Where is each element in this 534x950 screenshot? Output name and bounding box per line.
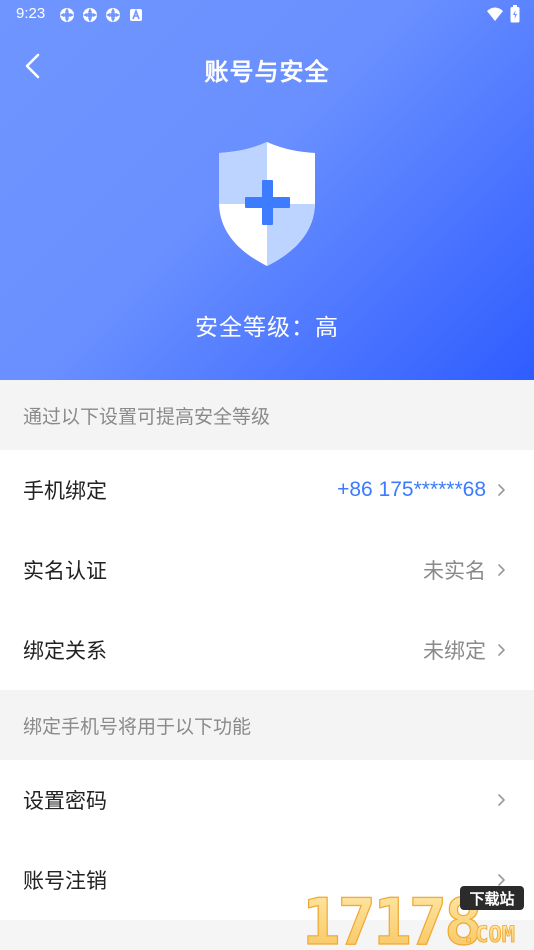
security-level-text: 安全等级：高 — [195, 314, 339, 340]
app-notification-icon — [81, 6, 98, 23]
binding-status-value: 未绑定 — [423, 640, 486, 663]
row-label: 账号注销 — [23, 870, 107, 893]
watermark-badge: 下载站 — [469, 890, 514, 908]
chevron-right-icon — [498, 794, 505, 806]
security-header: 9:23 账号与安全 安全等级：高 — [0, 0, 534, 380]
notification-icons — [58, 6, 144, 23]
status-bar: 9:23 — [0, 0, 534, 30]
app-notification-icon — [58, 6, 75, 23]
system-status-icons — [486, 5, 520, 28]
battery-icon — [510, 5, 520, 28]
real-name-verification-row[interactable]: 实名认证 未实名 — [0, 530, 534, 610]
section-title-phone-features: 绑定手机号将用于以下功能 — [0, 690, 534, 760]
row-label: 绑定关系 — [23, 640, 107, 663]
status-time: 9:23 — [16, 5, 46, 22]
wifi-icon — [486, 6, 504, 27]
row-label: 设置密码 — [23, 790, 107, 813]
site-watermark-logo: 17178 下载站 .COM — [300, 884, 528, 950]
watermark-suffix: .COM — [462, 923, 515, 948]
chevron-right-icon — [498, 484, 505, 496]
section-title-improve-security: 通过以下设置可提高安全等级 — [0, 380, 534, 450]
set-password-row[interactable]: 设置密码 — [0, 760, 534, 840]
phone-number-value: +86 175******68 — [337, 478, 486, 501]
keyboard-notification-icon — [127, 6, 144, 23]
binding-relation-row[interactable]: 绑定关系 未绑定 — [0, 610, 534, 690]
verification-status-value: 未实名 — [423, 560, 486, 583]
chevron-right-icon — [498, 644, 505, 656]
row-label: 手机绑定 — [23, 480, 107, 503]
chevron-right-icon — [498, 564, 505, 576]
phone-binding-row[interactable]: 手机绑定 +86 175******68 — [0, 450, 534, 530]
shield-plus-icon — [215, 140, 319, 268]
page-title: 账号与安全 — [204, 59, 330, 86]
row-label: 实名认证 — [23, 560, 107, 583]
app-notification-icon — [104, 6, 121, 23]
watermark-number: 17178 — [302, 886, 480, 948]
